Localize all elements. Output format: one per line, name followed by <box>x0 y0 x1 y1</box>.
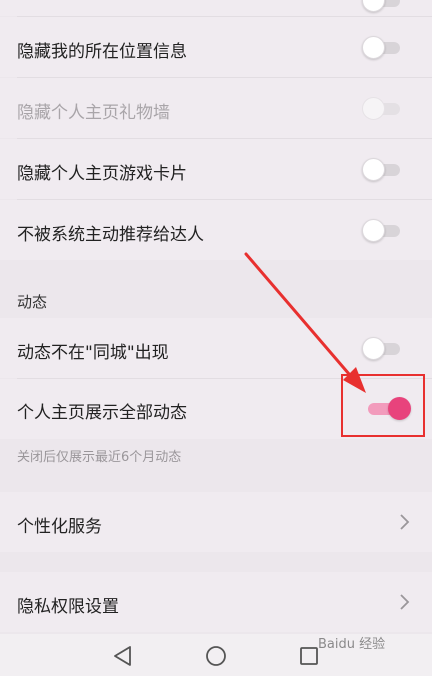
setting-label: 个人主页展示全部动态 <box>17 403 187 423</box>
triangle-back-icon[interactable] <box>110 644 136 668</box>
settings-row-hide-gift-wall: 隐藏个人主页礼物墙 <box>0 78 432 138</box>
setting-label: 动态不在"同城"出现 <box>17 343 169 363</box>
circle-home-icon[interactable] <box>203 644 229 668</box>
link-row-privacy-permission[interactable]: 隐私权限设置 <box>0 572 432 632</box>
toggle-hide-game-card[interactable] <box>362 157 402 181</box>
chevron-right-icon <box>400 594 410 610</box>
settings-row-hide-game-card[interactable]: 隐藏个人主页游戏卡片 <box>0 139 432 199</box>
annotation-highlight-box <box>341 374 425 437</box>
watermark: Baidu 经验 <box>318 637 386 652</box>
toggle-no-recommend[interactable] <box>362 218 402 242</box>
toggle-hide-location[interactable] <box>362 35 402 59</box>
toggle-hide-gift-wall <box>362 96 402 120</box>
toggle-no-local-feed[interactable] <box>362 336 402 360</box>
setting-label: 隐藏个人主页游戏卡片 <box>17 164 187 184</box>
chevron-right-icon <box>400 514 410 530</box>
dynamics-hint: 关闭后仅展示最近6个月动态 <box>17 450 182 465</box>
link-row-personalized-service[interactable]: 个性化服务 <box>0 492 432 552</box>
setting-label: 不被系统主动推荐给达人 <box>17 225 204 245</box>
section-title-dynamics: 动态 <box>17 293 48 311</box>
link-label: 个性化服务 <box>17 517 102 537</box>
setting-label: 隐藏我的所在位置信息 <box>17 42 187 62</box>
link-label: 隐私权限设置 <box>17 597 119 617</box>
toggle-switch-partial[interactable] <box>362 0 402 12</box>
settings-row-no-recommend[interactable]: 不被系统主动推荐给达人 <box>0 200 432 260</box>
settings-row-no-local-feed[interactable]: 动态不在"同城"出现 <box>0 318 432 378</box>
settings-row-hide-location[interactable]: 隐藏我的所在位置信息 <box>0 17 432 77</box>
setting-label: 隐藏个人主页礼物墙 <box>17 103 170 123</box>
settings-row-partial <box>0 0 432 16</box>
